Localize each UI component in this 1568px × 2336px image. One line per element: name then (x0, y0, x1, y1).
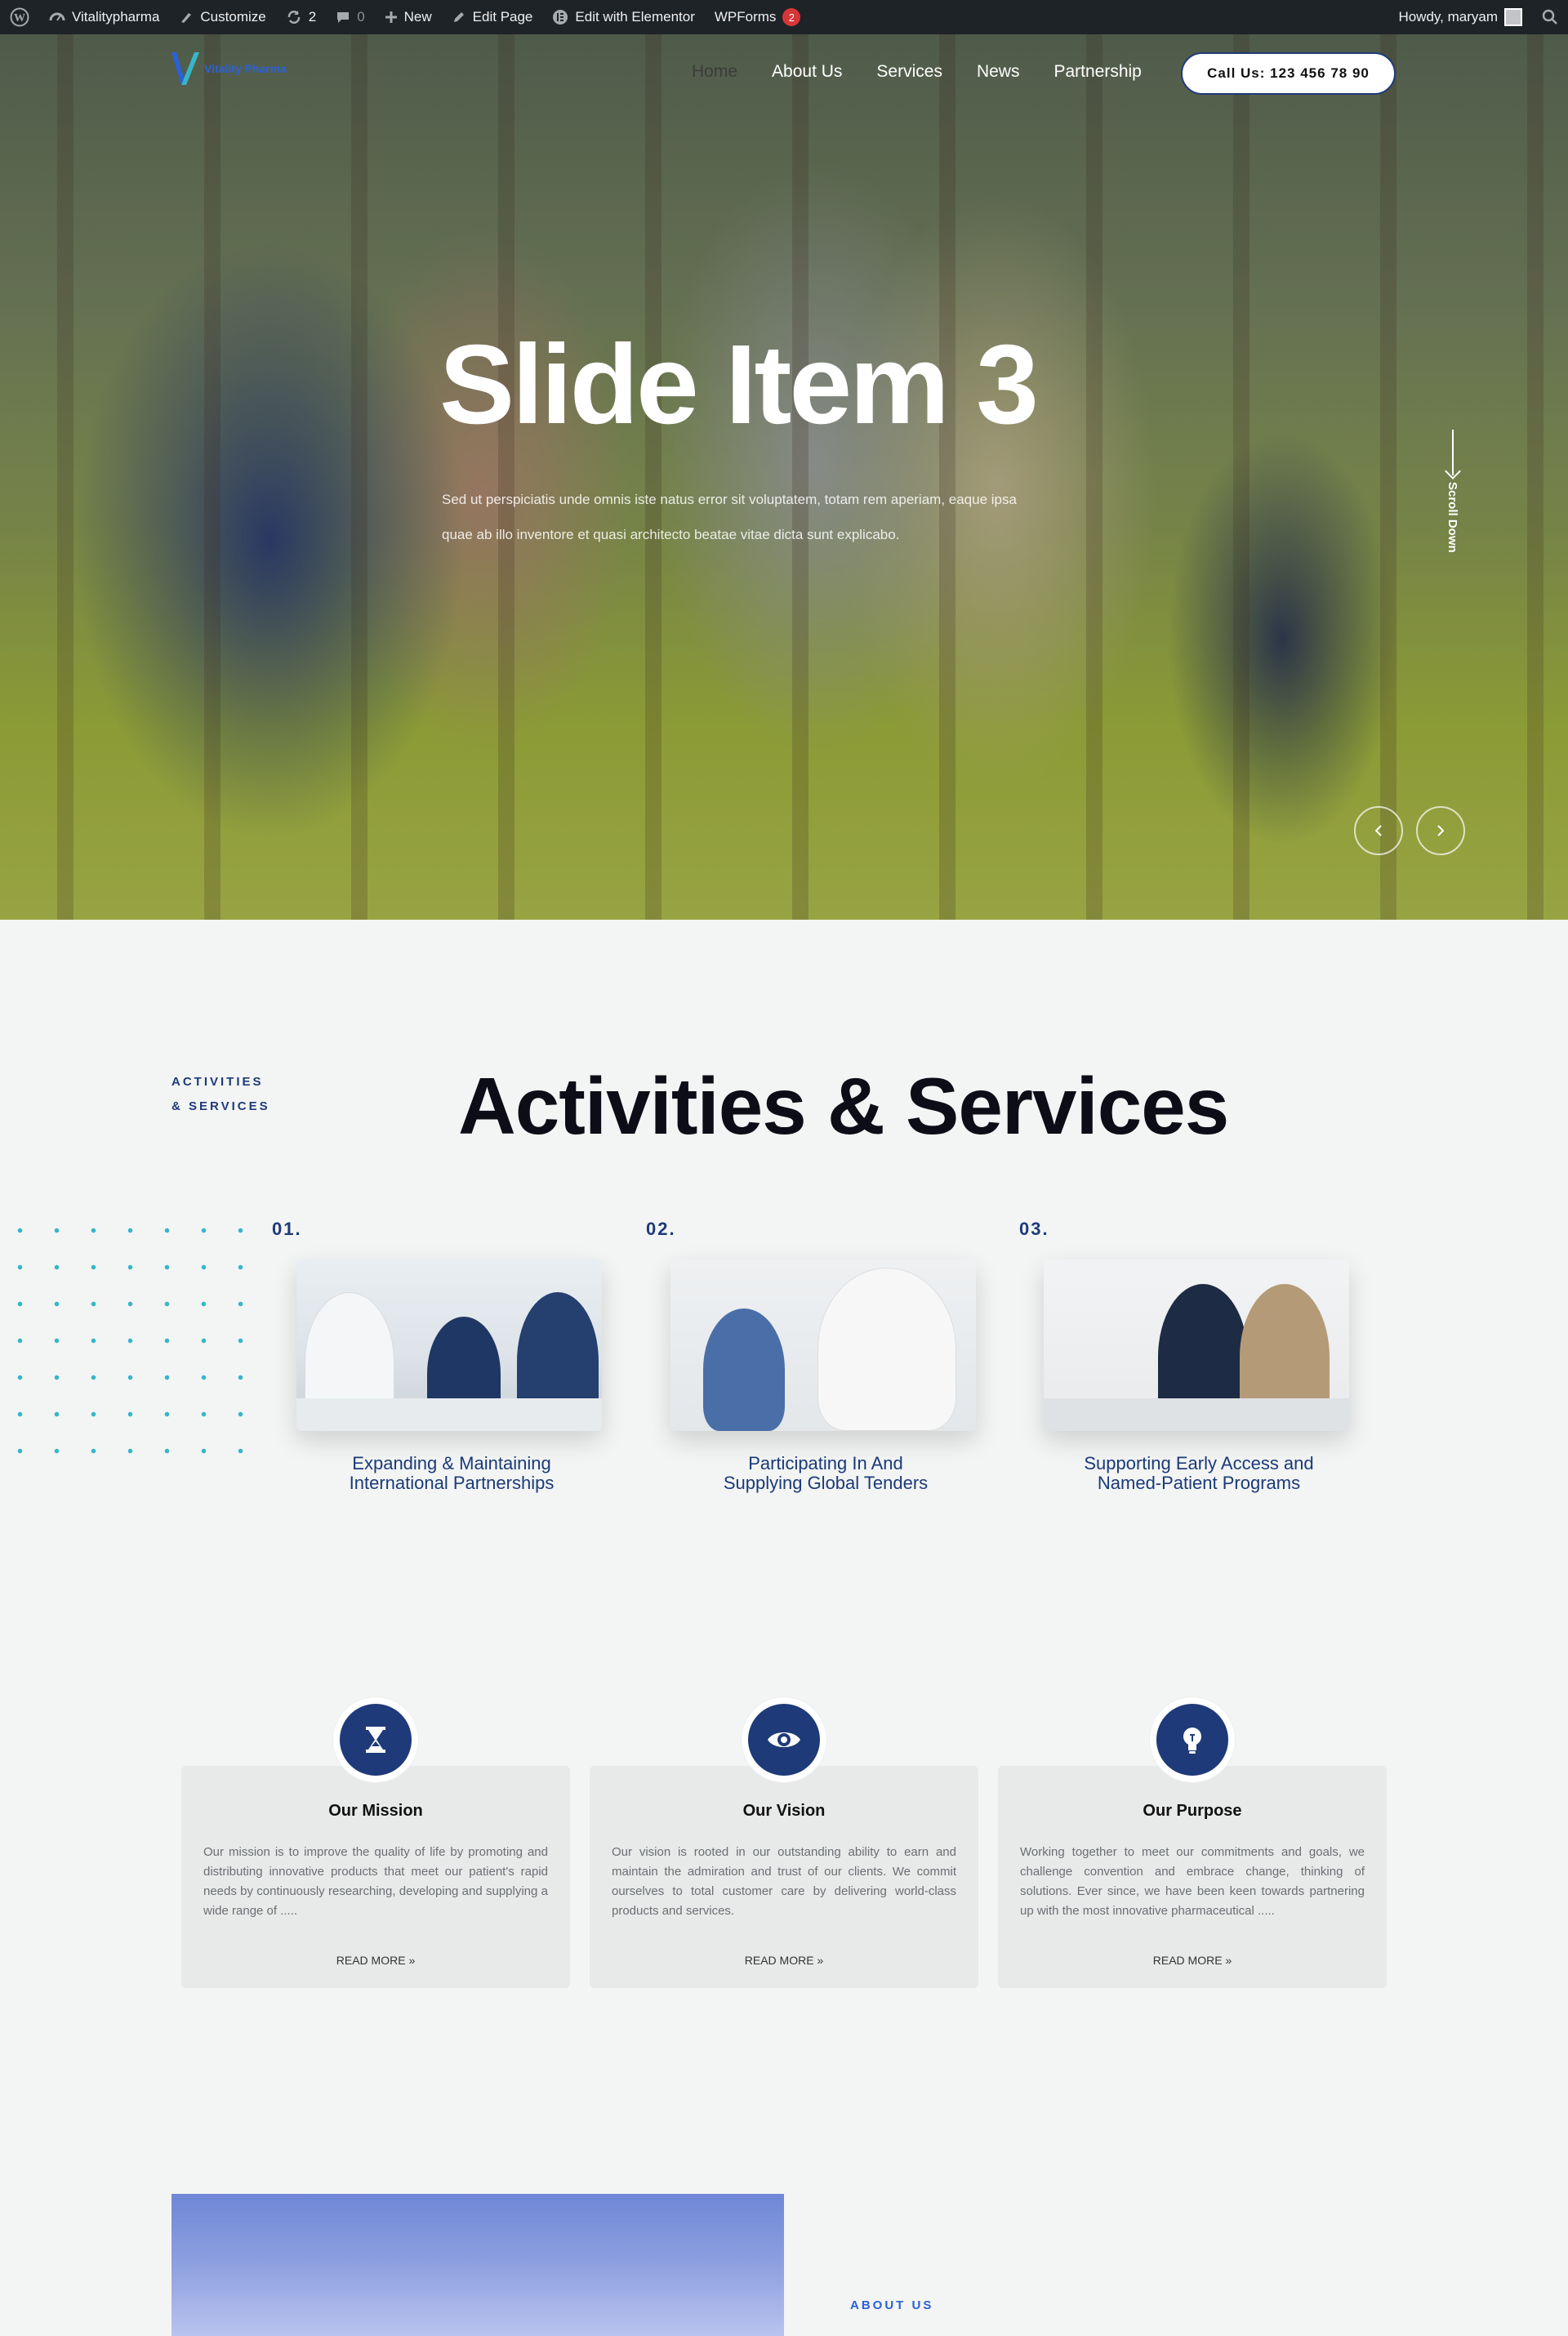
slide-title: Slide Item 3 (439, 322, 1039, 448)
purpose-card: Our Purpose Working together to meet our… (998, 1697, 1387, 1988)
updates-count: 2 (308, 9, 317, 25)
edit-page-label: Edit Page (472, 9, 533, 25)
card-title: Our Mission (328, 1802, 423, 1820)
card-title: Our Vision (742, 1802, 826, 1820)
chevron-right-icon (1437, 825, 1445, 836)
slide-text: Sed ut perspiciatis unde omnis iste natu… (442, 492, 1017, 542)
refresh-icon (287, 11, 300, 24)
activities-eyebrow: ACTIVITIES & SERVICES (172, 1070, 270, 1119)
howdy-label: Howdy, maryam (1398, 9, 1498, 25)
section-title: Activities & Services (458, 1061, 1229, 1151)
about-image (172, 2194, 784, 2336)
double-chevron-right-icon: » (1225, 1954, 1232, 1967)
wp-admin-bar: W Vitalitypharma Customize 2 0 New Edit … (0, 0, 1568, 34)
wpforms-link[interactable]: WPForms 2 (705, 0, 811, 34)
hero-slider: Vitality Pharma Home About Us Services N… (0, 34, 1568, 920)
new-label: New (403, 9, 432, 25)
plus-icon (385, 11, 397, 23)
service-image-partnerships (296, 1259, 602, 1431)
svg-text:W: W (14, 12, 25, 25)
decorative-dot-grid (0, 1210, 265, 1480)
dashboard-icon (49, 12, 65, 21)
avatar (1504, 8, 1522, 26)
wpforms-label: WPForms (714, 9, 777, 25)
read-more-link[interactable]: READ MORE » (590, 1954, 978, 1967)
chevron-left-icon (1374, 825, 1382, 836)
wpforms-badge: 2 (782, 8, 801, 26)
vision-card: Our Vision Our vision is rooted in our o… (590, 1697, 978, 1988)
double-chevron-right-icon: » (817, 1954, 824, 1967)
service-card-1[interactable]: 01. Expanding & Maintaining Internationa… (272, 1219, 607, 1493)
about-eyebrow: ABOUT US (850, 2298, 934, 2312)
comments-count: 0 (357, 9, 365, 25)
edit-elementor-label: Edit with Elementor (575, 9, 695, 25)
scroll-down-link[interactable]: Scroll Down (1444, 430, 1461, 553)
service-image-early-access (1044, 1259, 1349, 1431)
wordpress-logo-icon[interactable]: W (0, 0, 39, 34)
slider-next-button[interactable] (1416, 806, 1465, 855)
comments-link[interactable]: 0 (326, 0, 374, 34)
comment-icon (337, 12, 350, 23)
customize-link[interactable]: Customize (169, 0, 275, 34)
search-button[interactable] (1532, 0, 1568, 34)
service-number: 02. (646, 1219, 676, 1239)
service-number: 01. (272, 1219, 302, 1239)
card-title: Our Purpose (1143, 1802, 1242, 1820)
double-chevron-right-icon: » (408, 1954, 416, 1967)
eyebrow-line1: ACTIVITIES (172, 1075, 264, 1089)
new-content-link[interactable]: New (375, 0, 442, 34)
account-menu[interactable]: Howdy, maryam (1388, 0, 1532, 34)
service-caption: Participating In And Supplying Global Te… (723, 1453, 929, 1493)
site-name-label: Vitalitypharma (72, 9, 160, 25)
nav-about-us[interactable]: About Us (772, 62, 842, 82)
nav-services[interactable]: Services (876, 62, 942, 82)
service-caption: Supporting Early Access and Named-Patien… (1084, 1453, 1314, 1493)
read-more-link[interactable]: READ MORE » (181, 1954, 570, 1967)
mission-card: Our Mission Our mission is to improve th… (181, 1697, 570, 1988)
service-number: 03. (1019, 1219, 1049, 1239)
updates-link[interactable]: 2 (276, 0, 326, 34)
brush-icon (181, 13, 192, 23)
scroll-down-label: Scroll Down (1446, 482, 1459, 553)
pencil-icon (453, 12, 464, 22)
card-body: Our vision is rooted in our outstanding … (612, 1845, 956, 1918)
site-logo[interactable]: Vitality Pharma (170, 49, 287, 88)
edit-elementor-link[interactable]: Edit with Elementor (542, 0, 704, 34)
service-image-tenders (670, 1259, 976, 1431)
slider-prev-button[interactable] (1354, 806, 1403, 855)
card-body: Our mission is to improve the quality of… (203, 1845, 548, 1918)
card-body: Working together to meet our commitments… (1020, 1845, 1365, 1918)
edit-page-link[interactable]: Edit Page (442, 0, 543, 34)
customize-label: Customize (200, 9, 266, 25)
service-card-3[interactable]: 03. Supporting Early Access and Named-Pa… (1019, 1219, 1354, 1493)
nav-news[interactable]: News (977, 62, 1020, 82)
site-name-link[interactable]: Vitalitypharma (39, 0, 169, 34)
eyebrow-line2: & SERVICES (172, 1099, 270, 1113)
logo-text: Vitality Pharma (204, 62, 287, 75)
hourglass-icon (366, 1727, 385, 1753)
logo-icon (172, 52, 199, 85)
call-us-button[interactable]: Call Us: 123 456 78 90 (1181, 52, 1396, 95)
eye-icon (768, 1732, 800, 1747)
service-card-2[interactable]: 02. Participating In And Supplying Globa… (646, 1219, 981, 1493)
read-more-link[interactable]: READ MORE » (998, 1954, 1387, 1967)
main-nav: Home About Us Services News Partnership (692, 62, 1142, 82)
elementor-icon (553, 10, 568, 25)
search-icon (1542, 9, 1557, 25)
nav-home[interactable]: Home (692, 62, 737, 82)
lightbulb-icon (1183, 1727, 1201, 1754)
nav-partnership[interactable]: Partnership (1054, 62, 1141, 82)
service-caption: Expanding & Maintaining International Pa… (349, 1453, 555, 1493)
